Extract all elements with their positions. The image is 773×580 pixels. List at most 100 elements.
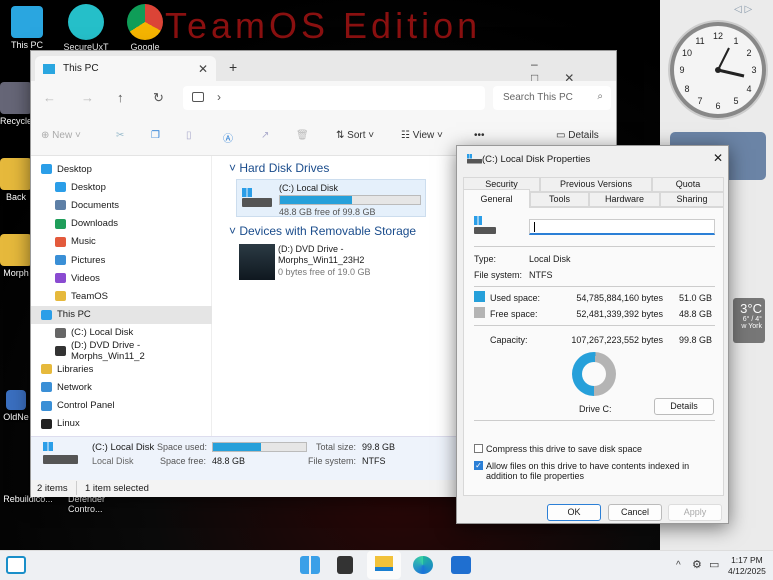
tab-tools[interactable]: Tools — [530, 192, 589, 207]
cancel-button[interactable]: Cancel — [608, 504, 662, 521]
forward-icon[interactable]: → — [81, 90, 94, 105]
copy-icon[interactable]: ❐ — [151, 130, 160, 141]
tab-this-pc[interactable]: This PC ✕ — [35, 56, 216, 81]
divider — [474, 420, 715, 421]
more-options-button[interactable]: ••• — [474, 130, 485, 141]
drive-c-free: 48.8 GB free of 99.8 GB — [279, 207, 376, 217]
back-icon[interactable]: ← — [43, 90, 56, 105]
widgets-icon[interactable] — [6, 556, 26, 574]
sidebar-item[interactable]: Control Panel — [31, 397, 212, 415]
display-icon[interactable]: ▭ — [709, 558, 719, 571]
sidebar-item[interactable]: Downloads — [31, 215, 212, 233]
sidebar-item-label: Documents — [71, 199, 120, 211]
recycle-bin-icon — [0, 82, 32, 114]
store-icon[interactable] — [451, 556, 471, 574]
drive-d-item[interactable]: (D:) DVD Drive - Morphs_Win11_23H2 0 byt… — [236, 242, 426, 282]
desktop-icon-secureuxt[interactable]: SecureUxT — [56, 4, 116, 52]
type-value: Local Disk — [529, 254, 571, 264]
sidebar-item[interactable]: (D:) DVD Drive - Morphs_Win11_2 — [31, 340, 212, 362]
total-size-label: Total size: — [316, 442, 357, 452]
used-space-bytes: 54,785,884,160 bytes — [576, 293, 663, 303]
task-view-icon[interactable] — [337, 556, 353, 574]
close-tab-icon[interactable]: ✕ — [198, 62, 208, 76]
space-used-label: Space used: — [157, 442, 208, 452]
sidebar-item[interactable]: This PC — [31, 305, 212, 324]
share-icon[interactable]: ↗ — [261, 130, 269, 141]
clock-tray[interactable]: 1:17 PM 4/12/2025 — [728, 555, 766, 577]
file-explorer-taskbar-button[interactable] — [367, 551, 401, 579]
address-bar[interactable]: › — [183, 86, 485, 110]
sidebar-item[interactable]: TeamOS — [31, 287, 212, 305]
start-icon[interactable] — [300, 556, 320, 574]
view-button[interactable]: ☷ View ˅ — [401, 130, 443, 141]
compress-label: Compress this drive to save disk space — [486, 444, 643, 454]
desktop-icon-defender-control[interactable]: Defender Contro... — [56, 494, 116, 514]
details-pane-button[interactable]: ▭ Details — [556, 130, 599, 141]
apply-button[interactable]: Apply — [668, 504, 722, 521]
drive-name-input[interactable] — [529, 219, 715, 235]
disk-cleanup-details-button[interactable]: Details — [654, 398, 714, 415]
desktop-icon-google-chrome[interactable]: Google — [115, 4, 175, 52]
sidebar-item[interactable]: Documents — [31, 196, 212, 214]
drive-c-item[interactable]: (C:) Local Disk 48.8 GB free of 99.8 GB — [236, 179, 426, 217]
svg-text:2: 2 — [746, 48, 751, 58]
chevron-right-icon[interactable]: › — [217, 90, 221, 104]
folder-icon — [55, 291, 66, 302]
file-system-label: File system: — [308, 456, 357, 466]
new-button[interactable]: ⊕ New ˅ — [41, 130, 81, 141]
network-status-icon[interactable]: ⚙ — [692, 558, 702, 571]
folder-icon — [41, 382, 52, 393]
space-free-label: Space free: — [160, 456, 207, 466]
sidebar-item[interactable]: Desktop — [31, 160, 212, 178]
sidebar-item[interactable]: Desktop — [31, 178, 212, 196]
index-label: Allow files on this drive to have conten… — [486, 461, 690, 481]
sidebar-item[interactable]: Linux — [31, 415, 212, 433]
desktop-icon-this-pc[interactable]: This PC — [0, 6, 57, 50]
folder-icon — [41, 309, 52, 320]
group-header-removable-storage[interactable]: ˅ Devices with Removable Storage — [229, 224, 416, 238]
navigation-bar: ← → ↑ ↻ › Search This PC ⌕ — [31, 81, 616, 116]
folder-icon — [0, 234, 32, 266]
search-input[interactable]: Search This PC ⌕ — [493, 86, 611, 110]
sidebar-item[interactable]: Pictures — [31, 251, 212, 269]
sidebar-item-label: Network — [57, 381, 92, 393]
ok-button[interactable]: OK — [547, 504, 601, 521]
group-header-hard-disk-drives[interactable]: ˅ Hard Disk Drives — [229, 161, 329, 175]
sidebar-item-label: Desktop — [71, 181, 106, 193]
refresh-icon[interactable]: ↻ — [153, 90, 164, 106]
gadget-nav-arrows[interactable]: ◁ ▷ — [734, 4, 752, 15]
index-checkbox[interactable]: ✓ — [474, 461, 483, 470]
hard-drive-icon — [474, 216, 496, 236]
sidebar-item[interactable]: Music — [31, 233, 212, 251]
compress-checkbox[interactable] — [474, 444, 483, 453]
svg-text:1: 1 — [733, 36, 738, 46]
folder-icon — [55, 200, 66, 211]
sidebar-item[interactable]: Videos — [31, 269, 212, 287]
sort-button[interactable]: ⇅ Sort ˅ — [336, 130, 374, 141]
date: 4/12/2025 — [728, 566, 766, 576]
tab-quota[interactable]: Quota — [652, 177, 724, 192]
folder-icon — [55, 273, 66, 284]
tab-general[interactable]: General — [463, 189, 530, 208]
tab-hardware[interactable]: Hardware — [589, 192, 660, 207]
show-hidden-icons[interactable]: ^ — [676, 560, 681, 571]
tab-previous-versions[interactable]: Previous Versions — [540, 177, 652, 192]
new-tab-button[interactable]: + — [229, 59, 237, 75]
paste-icon[interactable]: ▯ — [186, 130, 192, 141]
rename-icon[interactable]: Ⓐ — [223, 130, 233, 145]
svg-text:6: 6 — [715, 101, 720, 111]
tab-sharing[interactable]: Sharing — [660, 192, 724, 207]
sidebar-item[interactable]: Network — [31, 378, 212, 396]
close-icon[interactable]: ✕ — [713, 151, 723, 165]
delete-icon[interactable]: 🗑 — [296, 130, 309, 141]
drive-d-name-2: Morphs_Win11_23H2 — [278, 255, 365, 265]
cut-icon[interactable]: ✂ — [116, 130, 124, 141]
up-icon[interactable]: ↑ — [117, 90, 124, 105]
icon-label: Recycle — [0, 116, 32, 126]
folder-icon — [55, 236, 66, 247]
svg-text:7: 7 — [697, 96, 702, 106]
edge-icon[interactable] — [413, 556, 433, 574]
sidebar-item[interactable]: Libraries — [31, 360, 212, 378]
free-space-label: Free space: — [490, 309, 538, 319]
sidebar-item-label: Music — [71, 236, 96, 248]
